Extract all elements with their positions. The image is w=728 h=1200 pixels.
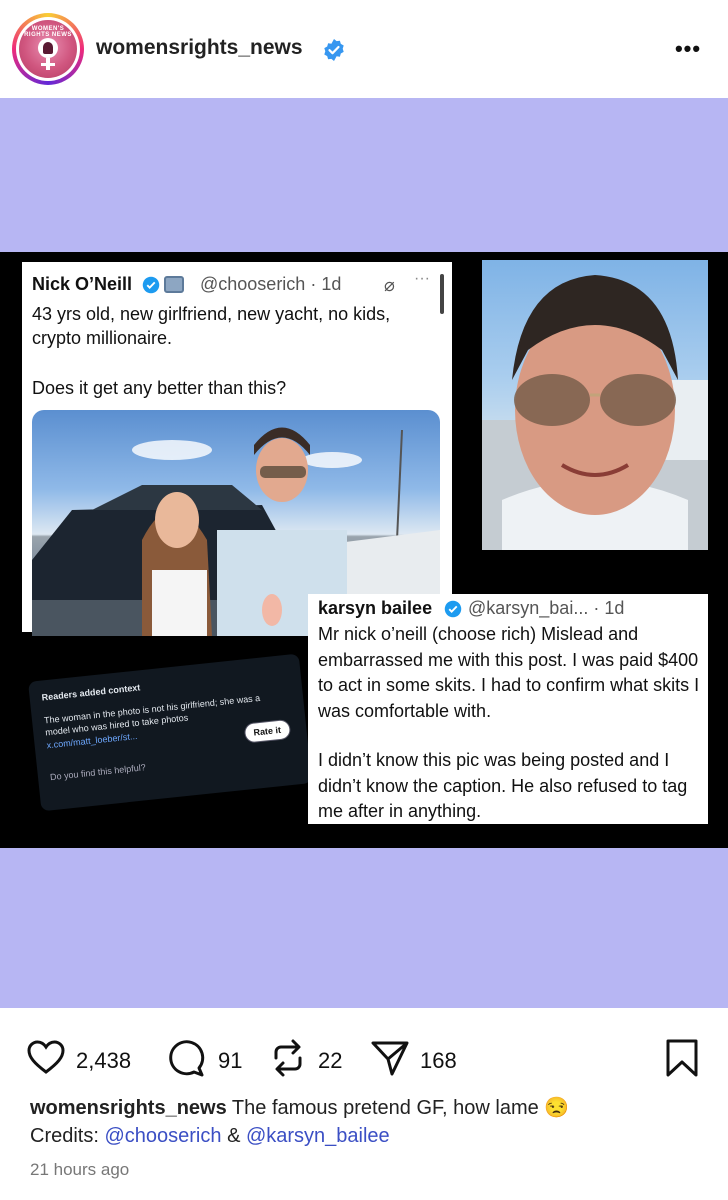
tweet-author-name: karsyn bailee: [318, 598, 433, 618]
like-button[interactable]: 2,438: [26, 1038, 146, 1078]
heart-icon: [27, 1040, 65, 1074]
tweet-handle: @karsyn_bai... · 1d: [468, 598, 625, 618]
affiliate-badge-icon: [164, 276, 184, 293]
avatar[interactable]: WOMEN'S RIGHTS NEWS: [12, 13, 84, 85]
credits-label: Credits:: [30, 1125, 99, 1147]
collage: Nick O’Neill @chooserich · 1d ⌀ ··· 43 y…: [0, 252, 728, 848]
repost-button[interactable]: 22: [268, 1038, 348, 1078]
comment-count: 91: [218, 1048, 243, 1073]
tweet-text-2: Does it get any better than this?: [32, 378, 287, 398]
verified-badge-icon: [142, 276, 160, 294]
tweet-author-name: Nick O’Neill: [32, 274, 133, 294]
share-count: 168: [420, 1048, 457, 1073]
avatar-logo-icon: [38, 38, 58, 58]
post-header: WOMEN'S RIGHTS NEWS womensrights_news ••…: [0, 0, 728, 98]
community-note-title: Readers added context: [41, 682, 141, 703]
tweet-text-2: I didn’t know this pic was being posted …: [318, 750, 688, 821]
repost-icon: [274, 1039, 302, 1077]
save-button[interactable]: [664, 1038, 700, 1078]
tweet-handle: @chooserich · 1d: [200, 274, 342, 294]
repost-count: 22: [318, 1048, 343, 1073]
man-closeup-illustration: [482, 275, 708, 550]
post-timestamp: 21 hours ago: [30, 1160, 130, 1179]
scrollbar: [440, 274, 444, 314]
bookmark-icon: [666, 1039, 698, 1077]
avatar-logo-text: WOMEN'S RIGHTS NEWS: [24, 26, 72, 38]
mention-karsyn-bailee[interactable]: @karsyn_bailee: [246, 1125, 390, 1147]
more-options-button[interactable]: •••: [668, 36, 708, 62]
tweet-more-icon: ···: [414, 270, 430, 287]
like-count: 2,438: [76, 1048, 132, 1073]
mention-chooserich[interactable]: @chooserich: [104, 1125, 221, 1147]
closeup-photo: [482, 260, 708, 550]
send-icon: [371, 1041, 409, 1076]
caption-username[interactable]: womensrights_news: [30, 1097, 227, 1119]
rate-it-button: Rate it: [243, 718, 291, 744]
community-note-card: Readers added context The woman in the p…: [28, 653, 313, 812]
community-note-helpful: Do you find this helpful?: [49, 762, 147, 783]
post-caption: womensrights_news The famous pretend GF,…: [30, 1094, 710, 1150]
comment-icon: [169, 1040, 205, 1077]
tweet-screenshot-karsyn: karsyn bailee @karsyn_bai... · 1d Mr nic…: [308, 594, 708, 824]
tweet-text: Mr nick o’neill (choose rich) Mislead an…: [318, 624, 700, 721]
caption-text: The famous pretend GF, how lame 😒: [231, 1097, 570, 1119]
comment-button[interactable]: 91: [166, 1038, 246, 1078]
post-image[interactable]: Nick O’Neill @chooserich · 1d ⌀ ··· 43 y…: [0, 98, 728, 1008]
tweet-screenshot-nick: Nick O’Neill @chooserich · 1d ⌀ ··· 43 y…: [22, 262, 452, 636]
action-bar: 2,438 91 22 168: [0, 1008, 728, 1094]
share-button[interactable]: 168: [370, 1038, 470, 1078]
post-username[interactable]: womensrights_news: [96, 36, 303, 60]
ampersand: &: [227, 1125, 241, 1147]
verified-badge-icon: [324, 39, 344, 61]
verified-badge-icon: [444, 600, 462, 618]
grok-icon: ⌀: [384, 275, 395, 295]
tweet-text: 43 yrs old, new girlfriend, new yacht, n…: [32, 304, 391, 348]
